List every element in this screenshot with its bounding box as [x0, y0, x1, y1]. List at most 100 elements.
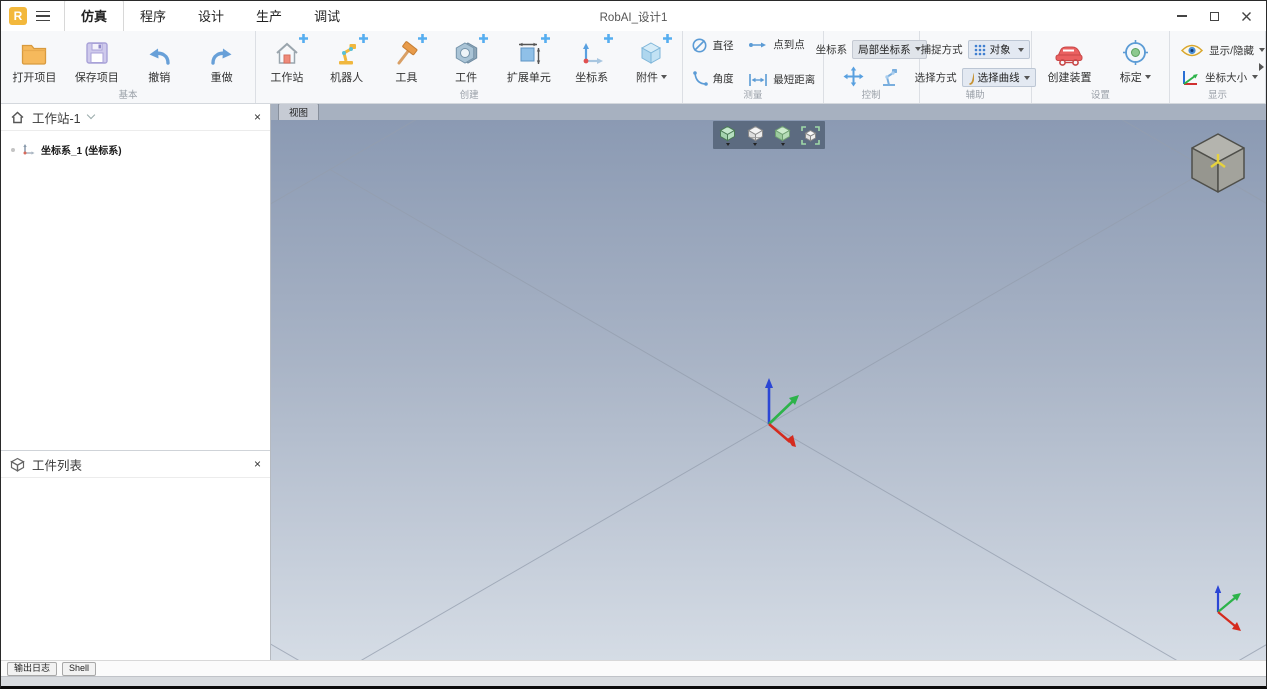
axis-size-button[interactable]: 坐标大小	[1180, 68, 1259, 86]
redo-icon	[210, 48, 232, 65]
zoom-fit-icon	[800, 125, 820, 145]
menu-tabs: 仿真 程序 设计 生产 调试	[64, 1, 356, 31]
robot-button[interactable]: 机器人	[318, 33, 376, 85]
navigation-triad	[1214, 585, 1241, 631]
coordinate-frame-icon	[582, 43, 603, 64]
calibrate-button[interactable]: 标定	[1107, 33, 1163, 85]
undo-button[interactable]: 撤销	[130, 33, 188, 85]
point-to-point-icon	[749, 42, 767, 47]
shell-tab[interactable]: Shell	[62, 661, 97, 676]
extension-unit-button[interactable]: 扩展单元	[497, 33, 561, 85]
view-tab[interactable]: 视图	[278, 103, 320, 120]
chevron-down-icon	[780, 142, 785, 146]
app-logo[interactable]: R	[9, 7, 27, 25]
minimize-button[interactable]	[1168, 4, 1196, 28]
menu-icon[interactable]	[36, 10, 50, 22]
close-icon	[1241, 11, 1251, 21]
frame-button[interactable]: 坐标系	[563, 33, 621, 85]
select-mode-dropdown[interactable]: 选择曲线	[961, 68, 1036, 87]
wireframe-solid-icon	[747, 125, 764, 141]
minimize-icon	[1177, 15, 1187, 17]
undo-icon	[149, 48, 170, 65]
chevron-down-icon	[1259, 48, 1265, 53]
log-tab-bar: 输出日志 Shell	[1, 660, 1266, 676]
plus-icon	[418, 34, 428, 43]
calibrate-target-icon	[1122, 40, 1148, 65]
shortest-distance-button[interactable]: 最短距离	[748, 72, 815, 87]
workstation-icon	[276, 42, 298, 64]
ribbon-group-create: 工作站 机器人 工具 工件 扩展单元 坐标系 附件 创建	[256, 31, 684, 103]
plus-icon	[540, 34, 550, 43]
tree-item-frame[interactable]: 坐标系_1 (坐标系)	[11, 142, 270, 157]
diameter-button[interactable]: 直径	[691, 37, 734, 54]
solid-shading-button[interactable]	[771, 123, 795, 147]
save-project-button[interactable]: 保存项目	[68, 33, 126, 85]
chevron-down-icon	[1252, 75, 1259, 80]
close-button[interactable]	[1232, 4, 1260, 28]
isometric-view-button[interactable]	[716, 123, 740, 147]
chevron-down-icon[interactable]	[1144, 75, 1151, 79]
point-to-point-button[interactable]: 点到点	[748, 37, 815, 52]
snap-mode-dropdown[interactable]: 对象	[967, 40, 1030, 59]
shortest-distance-icon	[749, 73, 768, 86]
chevron-down-icon[interactable]	[660, 75, 667, 79]
workstation-button[interactable]: 工作站	[258, 33, 316, 85]
plus-icon	[358, 34, 368, 43]
view-cube[interactable]	[1189, 131, 1249, 197]
open-project-button[interactable]: 打开项目	[5, 33, 63, 85]
group-label-assist: 辅助	[965, 90, 985, 101]
parts-panel-close-button[interactable]: ×	[254, 458, 261, 470]
solid-shading-icon	[774, 125, 791, 141]
chevron-down-icon	[1023, 75, 1030, 80]
angle-button[interactable]: 角度	[691, 70, 734, 87]
viewport-canvas[interactable]	[271, 120, 1266, 660]
frame-select-dropdown[interactable]: 局部坐标系	[852, 39, 927, 59]
group-label-measure: 测量	[743, 90, 763, 101]
window-controls	[1168, 1, 1260, 31]
tab-design[interactable]: 设计	[182, 1, 240, 31]
tab-simulation[interactable]: 仿真	[64, 1, 125, 31]
ribbon-group-assist: 捕捉方式 对象 选择方式 选择曲线 辅助	[915, 31, 1036, 103]
ribbon-expand-icon[interactable]	[1259, 63, 1264, 71]
extension-unit-icon	[518, 42, 541, 64]
zoom-fit-button[interactable]	[799, 123, 823, 147]
tab-production[interactable]: 生产	[240, 1, 298, 31]
workstation-panel-close-button[interactable]: ×	[254, 111, 261, 123]
jog-robot-icon[interactable]	[878, 66, 900, 87]
viewport: 视图	[271, 103, 1266, 660]
tab-program[interactable]: 程序	[124, 1, 182, 31]
tool-button[interactable]: 工具	[377, 33, 435, 85]
show-hide-button[interactable]: 显示/隐藏	[1180, 43, 1265, 58]
chevron-down-icon[interactable]	[86, 110, 95, 120]
move-icon[interactable]	[843, 66, 864, 87]
create-device-button[interactable]: 创建装置	[1037, 33, 1101, 85]
view-toolbar	[713, 121, 825, 149]
group-label-settings: 设置	[1090, 90, 1110, 101]
workpiece-button[interactable]: 工件	[437, 33, 495, 85]
plus-icon	[603, 34, 613, 43]
hex-nut-icon	[455, 42, 478, 64]
wireframe-solid-button[interactable]	[744, 123, 768, 147]
viewport-tab-strip: 视图	[271, 103, 1266, 120]
attachment-button[interactable]: 附件	[622, 33, 680, 85]
eye-icon	[1181, 44, 1204, 56]
tab-debug[interactable]: 调试	[298, 1, 356, 31]
output-log-tab[interactable]: 输出日志	[7, 661, 58, 676]
group-label-create: 创建	[459, 90, 479, 101]
folder-icon	[22, 44, 47, 65]
plus-icon	[663, 34, 673, 43]
ribbon-group-display: 显示/隐藏 坐标大小 显示	[1170, 31, 1266, 103]
parts-panel: 工件列表 ×	[1, 450, 270, 660]
ribbon: 打开项目 保存项目 撤销 重做 基本 工作站 机器人 工具 工件 扩展单元 坐标…	[1, 31, 1266, 104]
plus-icon	[479, 34, 489, 43]
maximize-button[interactable]	[1200, 4, 1228, 28]
chevron-down-icon	[725, 142, 730, 146]
snap-grid-icon	[974, 44, 985, 55]
app-window: R 仿真 程序 设计 生产 调试 RobAI_设计1 打开项目 保存项目 撤销 …	[0, 0, 1267, 689]
ribbon-group-measure: 直径 角度 点到点 最短距离 测量	[683, 31, 824, 103]
hammer-icon	[397, 41, 418, 65]
workstation-panel-title: 工作站-1	[32, 111, 81, 126]
redo-button[interactable]: 重做	[193, 33, 251, 85]
frame-select-label: 坐标系	[815, 43, 848, 56]
group-label-basic: 基本	[118, 90, 138, 101]
